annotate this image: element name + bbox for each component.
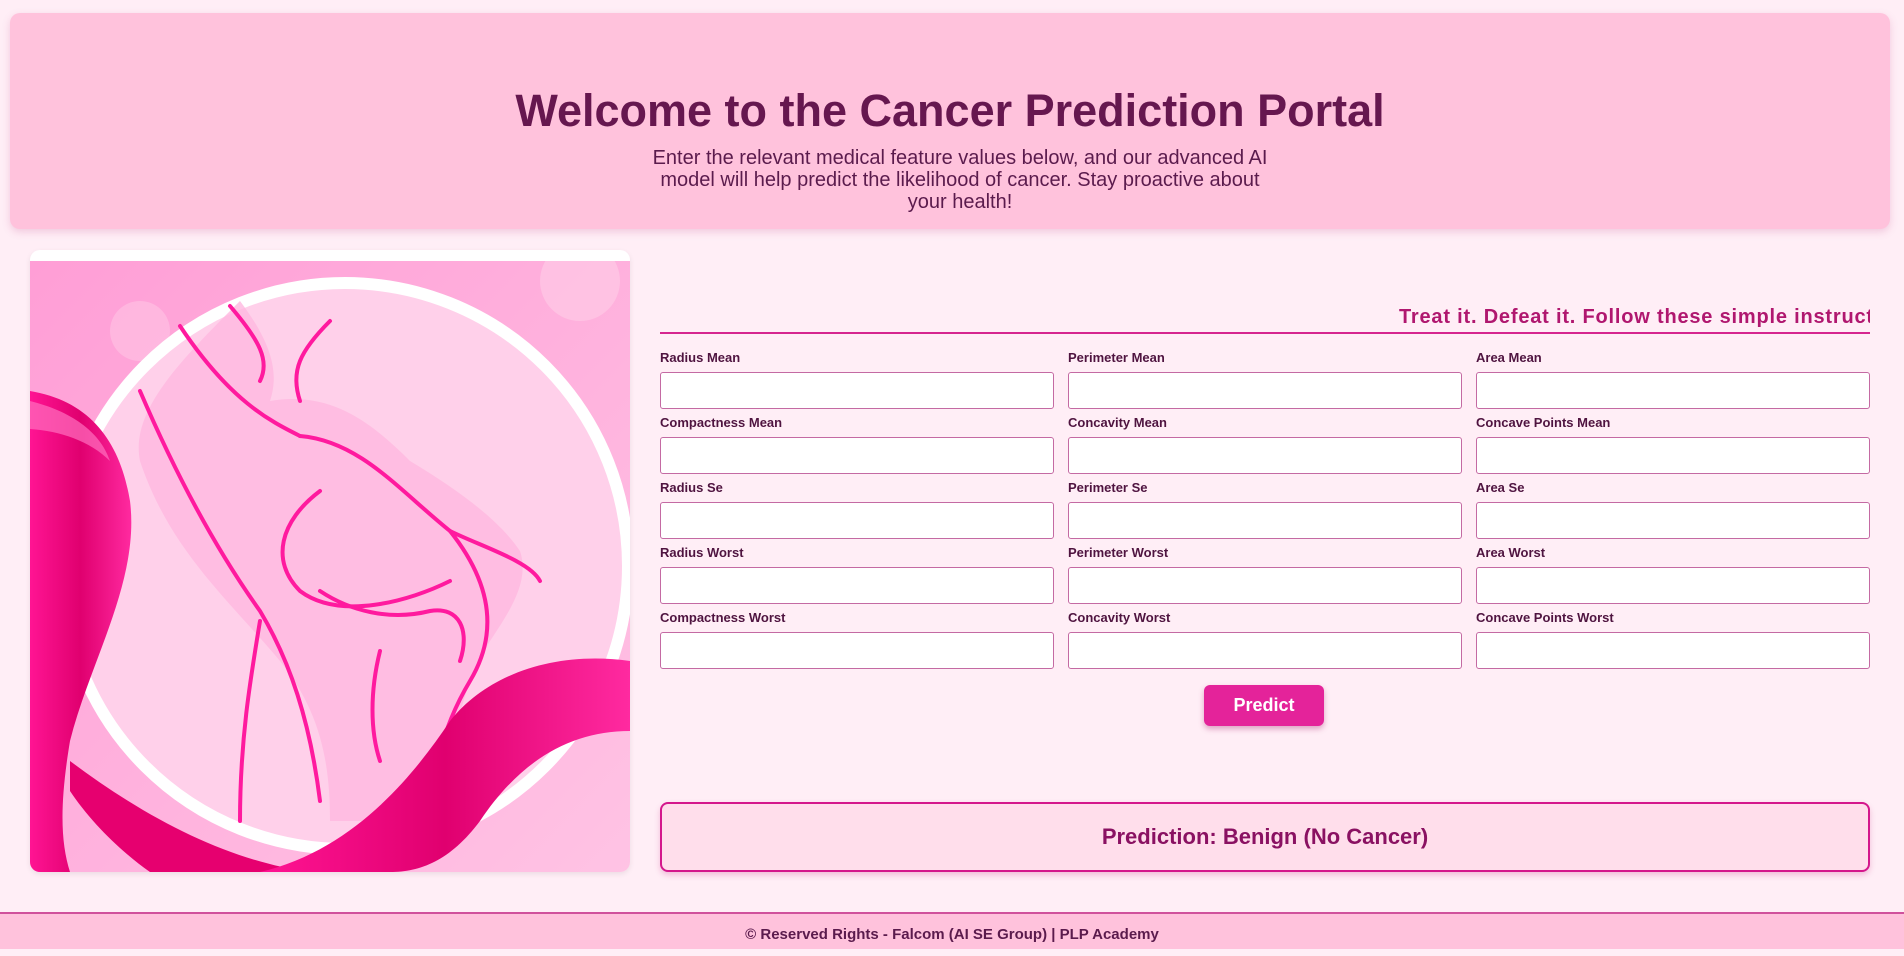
field-perimeter-worst: Perimeter Worst <box>1068 545 1462 604</box>
radius-worst-input[interactable] <box>660 567 1054 604</box>
field-label: Concavity Worst <box>1068 610 1171 625</box>
pink-ribbon-illustration <box>30 261 630 872</box>
field-perimeter-mean: Perimeter Mean <box>1068 350 1462 409</box>
illustration-card <box>30 250 630 872</box>
compactness-mean-input[interactable] <box>660 437 1054 474</box>
field-area-se: Area Se <box>1476 480 1870 539</box>
concavity-mean-input[interactable] <box>1068 437 1462 474</box>
radius-mean-input[interactable] <box>660 372 1054 409</box>
perimeter-se-input[interactable] <box>1068 502 1462 539</box>
field-radius-se: Radius Se <box>660 480 1054 539</box>
field-compactness-mean: Compactness Mean <box>660 415 1054 474</box>
page-subtitle: Enter the relevant medical feature value… <box>652 147 1268 213</box>
field-label: Perimeter Mean <box>1068 350 1165 365</box>
field-concavity-mean: Concavity Mean <box>1068 415 1462 474</box>
page-footer: © Reserved Rights - Falcom (AI SE Group)… <box>0 912 1904 949</box>
page-header: Welcome to the Cancer Prediction Portal … <box>10 13 1890 229</box>
field-compactness-worst: Compactness Worst <box>660 610 1054 669</box>
field-label: Radius Mean <box>660 350 741 365</box>
field-label: Radius Worst <box>660 545 744 560</box>
concavity-worst-input[interactable] <box>1068 632 1462 669</box>
field-label: Concave Points Worst <box>1476 610 1614 625</box>
field-concavity-worst: Concavity Worst <box>1068 610 1462 669</box>
field-label: Concave Points Mean <box>1476 415 1611 430</box>
field-perimeter-se: Perimeter Se <box>1068 480 1462 539</box>
field-label: Perimeter Se <box>1068 480 1148 495</box>
field-concave-points-mean: Concave Points Mean <box>1476 415 1870 474</box>
field-label: Area Mean <box>1476 350 1542 365</box>
compactness-worst-input[interactable] <box>660 632 1054 669</box>
tagline-text: Treat it. Defeat it. Follow these simple… <box>1399 306 1870 328</box>
field-label: Concavity Mean <box>1068 415 1167 430</box>
field-label: Perimeter Worst <box>1068 545 1169 560</box>
field-label: Area Worst <box>1476 545 1546 560</box>
perimeter-worst-input[interactable] <box>1068 567 1462 604</box>
perimeter-mean-input[interactable] <box>1068 372 1462 409</box>
radius-se-input[interactable] <box>660 502 1054 539</box>
prediction-result: Prediction: Benign (No Cancer) <box>660 802 1870 872</box>
field-radius-mean: Radius Mean <box>660 350 1054 409</box>
concave-points-mean-input[interactable] <box>1476 437 1870 474</box>
field-label: Compactness Worst <box>660 610 786 625</box>
field-label: Area Se <box>1476 480 1525 495</box>
field-area-worst: Area Worst <box>1476 545 1870 604</box>
field-area-mean: Area Mean <box>1476 350 1870 409</box>
concave-points-worst-input[interactable] <box>1476 632 1870 669</box>
field-label: Compactness Mean <box>660 415 783 430</box>
field-label: Radius Se <box>660 480 723 495</box>
page-title: Welcome to the Cancer Prediction Portal <box>515 85 1385 136</box>
area-se-input[interactable] <box>1476 502 1870 539</box>
area-mean-input[interactable] <box>1476 372 1870 409</box>
tagline-bar: Treat it. Defeat it. Follow these simple… <box>660 300 1870 334</box>
predict-button[interactable]: Predict <box>1204 685 1324 726</box>
field-radius-worst: Radius Worst <box>660 545 1054 604</box>
field-concave-points-worst: Concave Points Worst <box>1476 610 1870 669</box>
area-worst-input[interactable] <box>1476 567 1870 604</box>
